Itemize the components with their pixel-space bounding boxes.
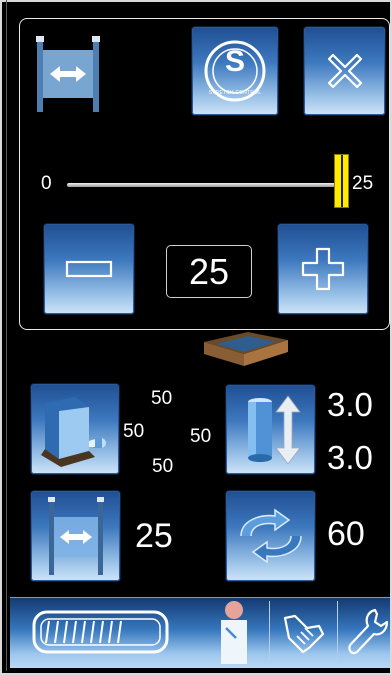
film-value-lower: 3.0 [327,439,373,476]
pallet-wrap-button[interactable] [31,384,119,474]
stretch-control-button[interactable]: S STRETCH CONTROL [192,27,278,115]
footer-divider [269,601,270,661]
footer-divider [337,601,338,661]
wrap-count-mid: 50 [190,426,212,447]
wrap-count-top: 50 [151,388,173,409]
minus-icon [65,260,113,278]
film-roll-icon [247,394,301,465]
rotation-value: 60 [327,515,365,553]
close-icon [327,53,362,89]
stretch-control-letter: S [224,45,245,78]
slider-max-label: 25 [352,173,374,194]
wrench-icon[interactable] [345,606,389,660]
pallet-icon [196,332,292,372]
increase-button[interactable] [278,224,368,314]
rotation-icon [239,508,302,564]
film-value-upper: 3.0 [327,386,373,423]
stretch-value: 25 [135,517,173,555]
slider-track[interactable] [67,183,338,187]
rotation-button[interactable] [226,491,315,581]
stretch-film-button[interactable] [31,491,120,581]
handshake-icon[interactable] [279,608,329,658]
wrap-count-left: 50 [123,421,145,442]
plus-icon [301,247,345,291]
stretch-value-display: 25 [166,245,252,298]
close-button[interactable] [304,27,385,115]
decrease-button[interactable] [44,224,134,314]
stretch-film-icon [47,497,104,575]
progress-bar-icon[interactable] [32,610,169,654]
film-roll-button[interactable] [226,385,315,474]
user-icon[interactable] [218,600,250,664]
pallet-wrap-icon [41,397,106,467]
stretch-film-icon [30,34,106,114]
slider-min-label: 0 [41,173,52,194]
stretch-control-caption: STRETCH CONTROL [208,90,262,96]
wrap-count-bottom: 50 [152,456,174,477]
slider-knob[interactable] [334,154,349,208]
